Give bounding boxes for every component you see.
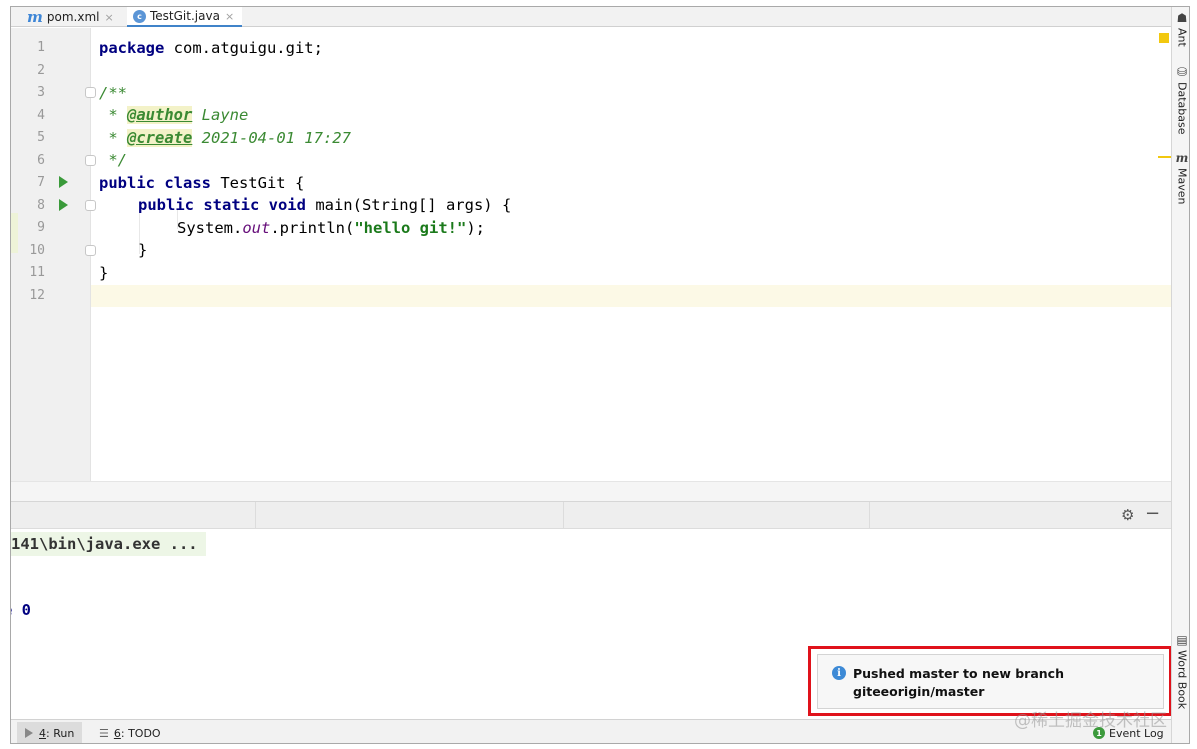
comment-text: 2021-04-01 17:27: [192, 129, 351, 147]
console-line: e 0: [11, 601, 31, 619]
code-line-7: public class TestGit {: [99, 172, 304, 194]
gear-icon[interactable]: ⚙: [1121, 506, 1134, 524]
word-book-tool-button[interactable]: ▤ Word Book: [1173, 633, 1189, 710]
code-text: System.: [177, 219, 243, 237]
keyword: public class: [99, 174, 211, 192]
info-icon: i: [832, 666, 846, 680]
maven-file-icon: m: [27, 8, 43, 26]
bottom-tool-bar: 4: Run ☰ 6: TODO 1 Event Log: [11, 719, 1171, 743]
fold-icon[interactable]: [85, 245, 96, 256]
java-class-icon: c: [133, 9, 146, 23]
line-number: 3: [37, 85, 45, 100]
javadoc-tag: @author: [127, 106, 193, 124]
run-tab-label: : Run: [46, 726, 75, 740]
line-number: 4: [37, 108, 45, 123]
database-icon: ⛁: [1176, 65, 1188, 79]
code-line-8: public static void main(String[] args) {: [138, 194, 511, 216]
horizontal-scrollbar[interactable]: [11, 481, 1171, 501]
word-book-icon: ▤: [1176, 633, 1188, 647]
tab-todo[interactable]: ☰ 6: TODO: [91, 722, 169, 743]
string-literal: "hello git!": [354, 219, 467, 237]
keyword: package: [99, 39, 165, 57]
warning-marker-icon[interactable]: [1159, 33, 1169, 43]
keyword: public static void: [138, 196, 306, 214]
tool-label: Word Book: [1175, 650, 1189, 710]
comment-text: Layne: [192, 106, 249, 124]
comment-text: *: [99, 106, 127, 124]
code-line-11: }: [99, 264, 109, 282]
tab-label: TestGit.java: [150, 9, 220, 23]
console-line: 141\bin\java.exe ...: [11, 532, 206, 556]
ant-icon: ☗: [1176, 11, 1188, 25]
code-line-6: */: [99, 151, 127, 169]
line-number: 12: [29, 288, 45, 303]
database-tool-button[interactable]: ⛁ Database: [1173, 65, 1189, 135]
run-shortcut-number: 4: [39, 726, 46, 740]
fold-icon[interactable]: [85, 87, 96, 98]
line-number: 9: [37, 220, 45, 235]
code-line-1: package com.atguigu.git;: [99, 37, 323, 59]
line-number: 6: [37, 153, 45, 168]
tool-label: Maven: [1175, 168, 1189, 205]
line-number: 8: [37, 198, 45, 213]
line-number: 1: [37, 40, 45, 55]
javadoc-tag: @create: [127, 129, 193, 147]
tab-label: pom.xml: [46, 10, 100, 24]
push-notification-balloon[interactable]: i Pushed master to new branch giteeorigi…: [817, 654, 1164, 709]
notification-line: Pushed master to new branch: [853, 666, 1064, 681]
code-line-10: }: [138, 241, 148, 259]
line-number: 10: [29, 243, 45, 258]
minimize-icon[interactable]: −: [1145, 503, 1160, 524]
editor-tab-bar: m pom.xml × c TestGit.java ×: [11, 7, 1171, 27]
code-text: );: [466, 219, 485, 237]
code-line-5: * @create 2021-04-01 17:27: [99, 127, 351, 149]
tool-label: Database: [1175, 82, 1189, 135]
list-icon: ☰: [99, 726, 109, 740]
tool-label: Ant: [1175, 28, 1189, 47]
play-icon: [25, 728, 33, 738]
tab-testgit-java[interactable]: c TestGit.java ×: [127, 7, 242, 27]
tab-run[interactable]: 4: Run: [17, 722, 83, 743]
code-editor[interactable]: 1 2 3 4 5 6 7 8 9 10 11 12 package com.a…: [11, 28, 1171, 481]
code-text: .println(: [270, 219, 355, 237]
code-line-3: /**: [99, 84, 127, 102]
line-number: 11: [29, 265, 45, 280]
code-line-4: * @author Layne: [99, 104, 248, 126]
maven-tool-button[interactable]: m Maven: [1173, 151, 1189, 205]
watermark: @稀土掘金技术社区: [1014, 711, 1167, 731]
run-panel-header: ⚙ −: [11, 501, 1171, 530]
static-field: out: [242, 219, 271, 237]
ant-tool-button[interactable]: ☗ Ant: [1173, 11, 1189, 47]
todo-shortcut-number: 6: [113, 726, 121, 740]
current-line-highlight: [11, 285, 1171, 307]
notification-line: giteeorigin/master: [853, 684, 985, 699]
maven-icon: m: [1175, 151, 1189, 165]
close-icon[interactable]: ×: [104, 11, 113, 24]
tab-pom-xml[interactable]: m pom.xml ×: [21, 7, 127, 27]
line-number: 2: [37, 63, 45, 78]
close-icon[interactable]: ×: [225, 10, 234, 23]
error-stripe-marker[interactable]: [1158, 156, 1171, 158]
run-main-icon[interactable]: [59, 199, 68, 211]
comment-text: *: [99, 129, 127, 147]
ide-window: m pom.xml × c TestGit.java × 1 2 3 4 5 6…: [10, 6, 1190, 744]
line-number: 7: [37, 175, 45, 190]
notification-message: Pushed master to new branch giteeorigin/…: [853, 665, 1064, 701]
code-text: main(String[] args) {: [305, 196, 512, 214]
fold-icon[interactable]: [85, 155, 96, 166]
line-number: 5: [37, 130, 45, 145]
todo-tab-label: : TODO: [120, 726, 161, 740]
fold-icon[interactable]: [85, 200, 96, 211]
code-text: TestGit {: [210, 174, 305, 192]
code-line-9: System.out.println("hello git!");: [177, 217, 485, 239]
code-text: com.atguigu.git;: [164, 39, 323, 57]
run-class-icon[interactable]: [59, 176, 68, 188]
right-tool-strip: ☗ Ant ⛁ Database m Maven ▤ Word Book: [1171, 7, 1189, 743]
